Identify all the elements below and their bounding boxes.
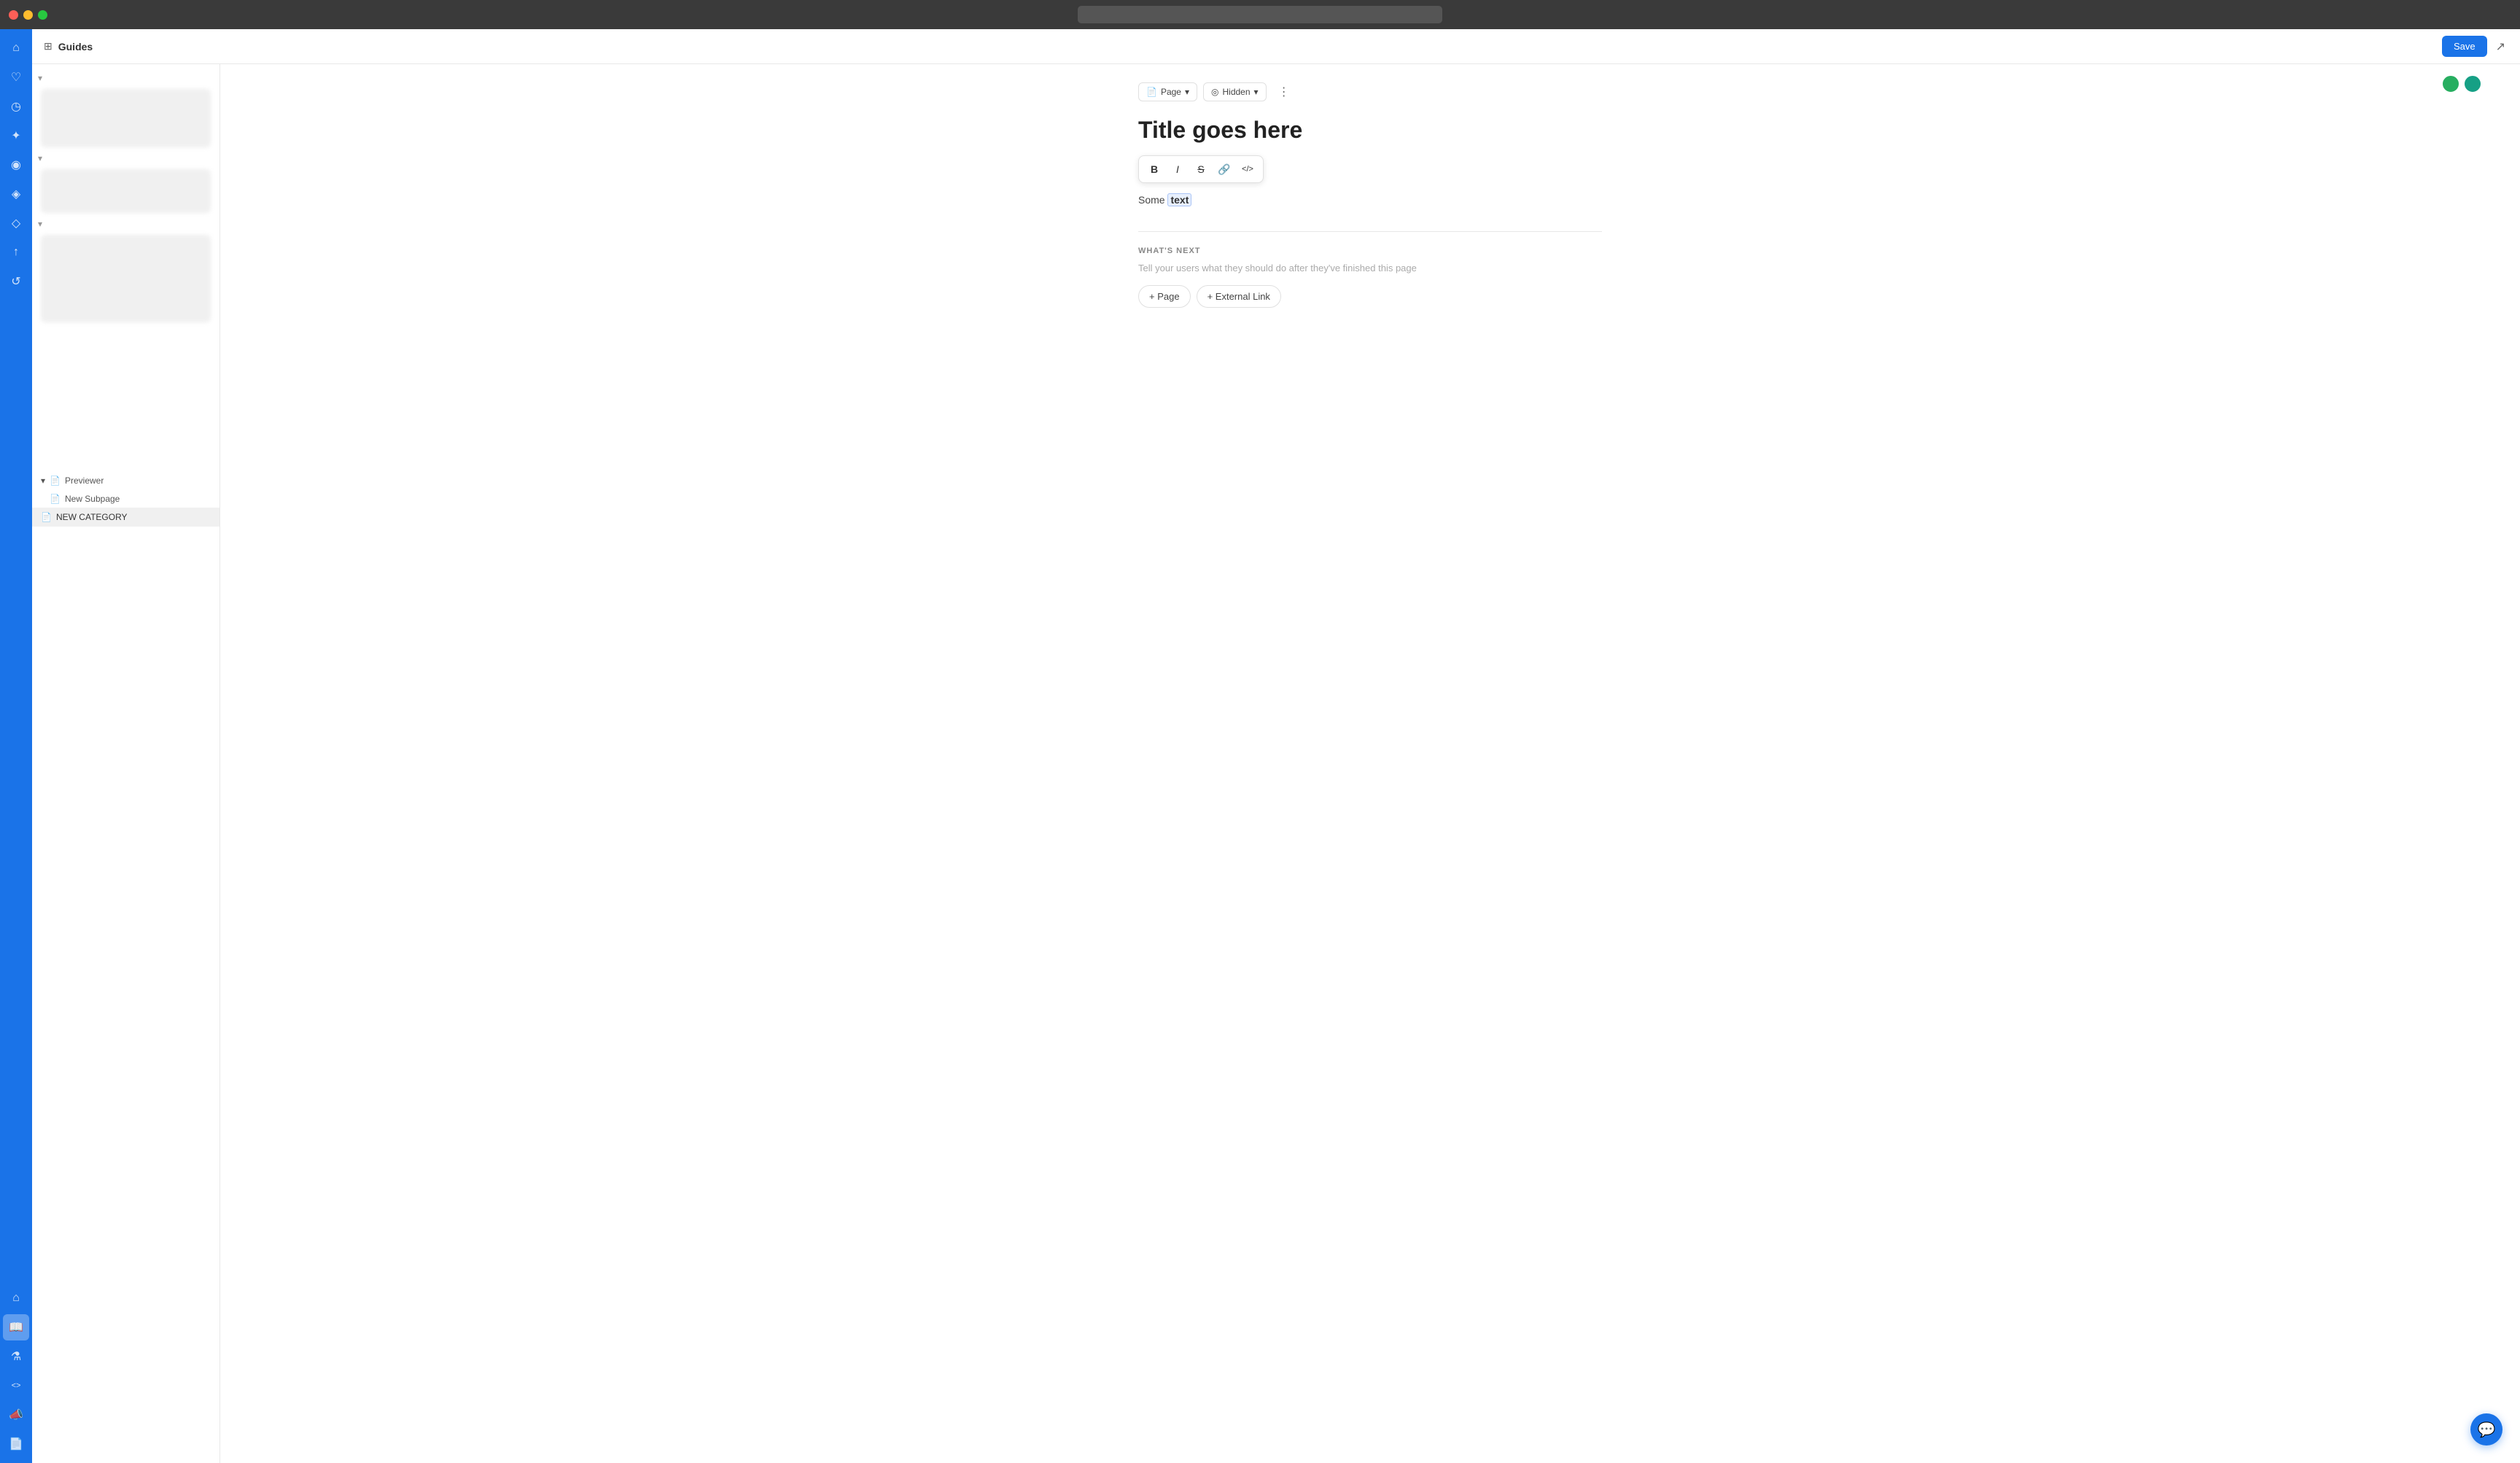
app: ⌂ ♡ ◷ ✦ ◉ ◈ ◇ ↑ ↺ ⌂ 📖 ⚗ <> 📣 📄 ⊞ Guides … [0, 29, 2520, 1463]
hidden-btn-label: Hidden [1223, 87, 1251, 97]
format-toolbar: B I S 🔗 </> [1138, 155, 1264, 183]
main-content: ▾ ▾ ▾ ▾ 📄 Previewer [32, 64, 2520, 1463]
external-link-button[interactable]: + External Link [1197, 285, 1281, 308]
sidebar-item-megaphone[interactable]: 📣 [3, 1402, 29, 1428]
header: ⊞ Guides Save ↗ [32, 29, 2520, 64]
panel-blurred-3 [41, 235, 211, 322]
strikethrough-button[interactable]: S [1190, 159, 1212, 179]
panel-section-1: ▾ [32, 70, 219, 147]
panel-blurred-1 [41, 89, 211, 147]
sidebar-item-clock[interactable]: ◷ [3, 93, 29, 120]
page-btn-label: Page [1161, 87, 1181, 97]
link-button[interactable]: 🔗 [1213, 159, 1235, 179]
whats-next-buttons: + Page + External Link [1138, 285, 1602, 308]
italic-button[interactable]: I [1167, 159, 1189, 179]
maximize-dot[interactable] [38, 10, 47, 20]
page-icon: 📄 [1146, 87, 1157, 97]
page-button[interactable]: 📄 Page ▾ [1138, 82, 1197, 101]
sidebar-item-wrench[interactable]: ✦ [3, 123, 29, 149]
whats-next-heading: WHAT'S NEXT [1138, 247, 1602, 255]
grid-icon: ⊞ [44, 40, 52, 53]
text-highlighted: text [1167, 193, 1191, 206]
panel-chevron-3[interactable]: ▾ [32, 216, 219, 232]
previewer-row[interactable]: ▾ 📄 Previewer [32, 471, 219, 490]
sidebar-item-gift[interactable]: ◈ [3, 181, 29, 207]
new-category-label: NEW CATEGORY [56, 512, 128, 522]
more-button[interactable]: ⋮ [1272, 82, 1297, 102]
code-button[interactable]: </> [1237, 159, 1259, 179]
section-divider [1138, 231, 1602, 232]
bold-button[interactable]: B [1143, 159, 1165, 179]
page-title[interactable]: Title goes here [1138, 117, 1602, 144]
editor-area: 📄 Page ▾ ◎ Hidden ▾ ⋮ Title goes here [220, 64, 2520, 1463]
sidebar-item-home[interactable]: ⌂ [3, 35, 29, 61]
hidden-icon: ◎ [1211, 87, 1218, 97]
editor-content: 📄 Page ▾ ◎ Hidden ▾ ⋮ Title goes here [1115, 64, 1625, 325]
avatar-teal [2463, 74, 2482, 93]
new-category-row[interactable]: 📄 NEW CATEGORY [32, 508, 219, 527]
share-icon[interactable]: ↗ [2493, 36, 2508, 57]
text-content[interactable]: Some text [1138, 192, 1602, 208]
sidebar-item-file[interactable]: 📄 [3, 1431, 29, 1457]
minimize-dot[interactable] [23, 10, 33, 20]
text-before: Some [1138, 194, 1167, 206]
sidebar-icons: ⌂ ♡ ◷ ✦ ◉ ◈ ◇ ↑ ↺ ⌂ 📖 ⚗ <> 📣 📄 [0, 29, 32, 1463]
panel-section-3: ▾ [32, 216, 219, 322]
new-subpage-label: New Subpage [65, 494, 120, 504]
titlebar [0, 0, 2520, 29]
new-subpage-row[interactable]: 📄 New Subpage [32, 490, 219, 508]
header-title: Guides [58, 41, 93, 53]
sidebar-item-code[interactable]: <> [3, 1373, 29, 1399]
sidebar-item-home2[interactable]: ⌂ [3, 1285, 29, 1311]
new-category-icon: 📄 [41, 512, 52, 522]
url-bar[interactable] [1078, 6, 1442, 23]
panel-section-2: ▾ [32, 150, 219, 213]
sidebar-item-book[interactable]: 📖 [3, 1314, 29, 1340]
sidebar-item-rocket[interactable]: ↑ [3, 239, 29, 265]
panel-chevron-1[interactable]: ▾ [32, 70, 219, 86]
chat-button[interactable]: 💬 [2470, 1413, 2502, 1445]
file-icon: 📄 [50, 476, 61, 486]
hidden-chevron-icon: ▾ [1254, 87, 1259, 97]
avatar-badges [2441, 74, 2482, 93]
page-link-button[interactable]: + Page [1138, 285, 1191, 308]
close-dot[interactable] [9, 10, 18, 20]
save-button[interactable]: Save [2442, 36, 2487, 57]
page-chevron-icon: ▾ [1185, 87, 1189, 97]
chevron-down-icon: ▾ [41, 476, 45, 486]
window-controls [9, 10, 47, 20]
sidebar-item-flask[interactable]: ⚗ [3, 1343, 29, 1370]
subpage-file-icon: 📄 [50, 494, 61, 504]
hidden-button[interactable]: ◎ Hidden ▾ [1203, 82, 1267, 101]
whats-next-description: Tell your users what they should do afte… [1138, 263, 1602, 273]
panel-chevron-2[interactable]: ▾ [32, 150, 219, 166]
previewer-label: Previewer [65, 476, 104, 486]
sidebar-item-tag[interactable]: ◇ [3, 210, 29, 236]
sidebar-item-eye[interactable]: ◉ [3, 152, 29, 178]
panel-blurred-2 [41, 169, 211, 213]
page-controls: 📄 Page ▾ ◎ Hidden ▾ ⋮ [1138, 82, 1602, 102]
sidebar-item-heart[interactable]: ♡ [3, 64, 29, 90]
avatar-green [2441, 74, 2460, 93]
sidebar-item-recycle[interactable]: ↺ [3, 268, 29, 295]
left-panel: ▾ ▾ ▾ ▾ 📄 Previewer [32, 64, 220, 1463]
